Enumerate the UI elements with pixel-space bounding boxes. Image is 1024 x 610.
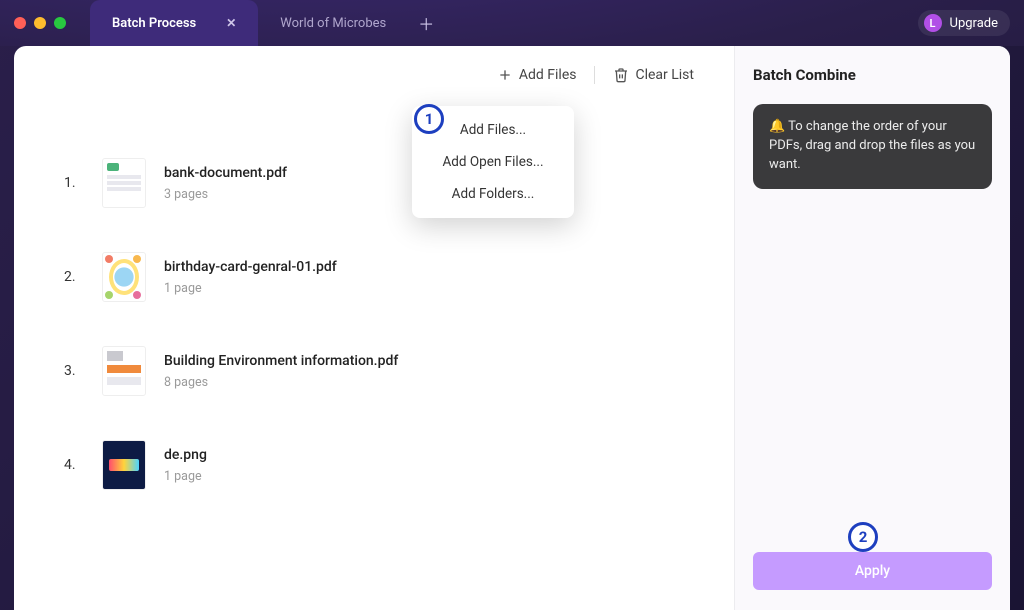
step-badge-2: 2 — [848, 522, 878, 552]
dropdown-add-open-files[interactable]: Add Open Files... — [412, 146, 574, 178]
close-tab-icon[interactable]: ✕ — [226, 16, 236, 30]
upgrade-label: Upgrade — [950, 16, 998, 31]
sidebar-title: Batch Combine — [753, 66, 992, 84]
file-meta: de.png 1 page — [164, 447, 207, 484]
plus-icon — [497, 67, 513, 83]
main-panel: Add Files Clear List Add Files... Add Op… — [14, 46, 734, 610]
step-badge-1: 1 — [414, 104, 444, 134]
file-name: bank-document.pdf — [164, 165, 287, 181]
tab-bar: Batch Process ✕ World of Microbes ＋ — [90, 0, 444, 46]
file-name: Building Environment information.pdf — [164, 353, 398, 369]
file-pages: 8 pages — [164, 375, 398, 390]
file-name: de.png — [164, 447, 207, 463]
file-meta: Building Environment information.pdf 8 p… — [164, 353, 398, 390]
window-controls — [14, 17, 66, 29]
apply-button[interactable]: Apply — [753, 552, 992, 590]
file-list: 1. bank-document.pdf 3 pages 2. birthday… — [64, 136, 704, 512]
add-files-button[interactable]: Add Files — [497, 67, 577, 83]
tab-label: Batch Process — [112, 16, 196, 31]
close-window-icon[interactable] — [14, 17, 26, 29]
file-name: birthday-card-genral-01.pdf — [164, 259, 337, 275]
upgrade-button[interactable]: L Upgrade — [918, 10, 1010, 36]
tab-label: World of Microbes — [280, 16, 386, 31]
file-pages: 1 page — [164, 281, 337, 296]
file-thumbnail — [102, 346, 146, 396]
tab-batch-process[interactable]: Batch Process ✕ — [90, 0, 258, 46]
file-index: 4. — [64, 457, 84, 473]
file-row[interactable]: 1. bank-document.pdf 3 pages — [64, 136, 704, 230]
file-index: 3. — [64, 363, 84, 379]
file-thumbnail — [102, 158, 146, 208]
tip-box: 🔔 To change the order of your PDFs, drag… — [753, 104, 992, 189]
trash-icon — [613, 67, 629, 83]
new-tab-button[interactable]: ＋ — [408, 0, 444, 46]
clear-list-button[interactable]: Clear List — [613, 67, 694, 83]
tab-world-of-microbes[interactable]: World of Microbes — [258, 0, 408, 46]
minimize-window-icon[interactable] — [34, 17, 46, 29]
file-row[interactable]: 4. de.png 1 page — [64, 418, 704, 512]
main-window: 1 2 Add Files Clear List Add Files... Ad… — [14, 46, 1010, 610]
file-thumbnail — [102, 252, 146, 302]
file-pages: 3 pages — [164, 187, 287, 202]
add-files-label: Add Files — [519, 67, 577, 83]
file-row[interactable]: 2. birthday-card-genral-01.pdf 1 page — [64, 230, 704, 324]
file-index: 2. — [64, 269, 84, 285]
file-pages: 1 page — [164, 469, 207, 484]
file-row[interactable]: 3. Building Environment information.pdf … — [64, 324, 704, 418]
dropdown-add-folders[interactable]: Add Folders... — [412, 178, 574, 210]
file-thumbnail — [102, 440, 146, 490]
titlebar: Batch Process ✕ World of Microbes ＋ L Up… — [0, 0, 1024, 46]
toolbar-divider — [594, 66, 595, 84]
file-index: 1. — [64, 175, 84, 191]
toolbar: Add Files Clear List Add Files... Add Op… — [64, 66, 704, 84]
avatar: L — [924, 14, 942, 32]
file-meta: bank-document.pdf 3 pages — [164, 165, 287, 202]
file-meta: birthday-card-genral-01.pdf 1 page — [164, 259, 337, 296]
clear-list-label: Clear List — [635, 67, 694, 83]
maximize-window-icon[interactable] — [54, 17, 66, 29]
